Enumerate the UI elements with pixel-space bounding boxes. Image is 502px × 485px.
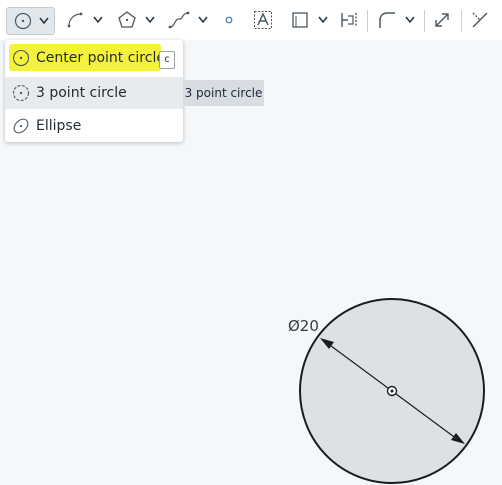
menu-item-label: Ellipse bbox=[36, 118, 82, 134]
circle-tool-menu: Center point circle c 3 point circle Ell… bbox=[5, 40, 183, 142]
menu-item-center-point-circle[interactable]: Center point circle c bbox=[5, 42, 183, 74]
shortcut-badge: c bbox=[159, 51, 175, 69]
menu-item-3-point-circle[interactable]: 3 point circle bbox=[5, 77, 183, 109]
menu-item-label: Center point circle bbox=[36, 50, 165, 66]
tooltip: 3 point circle bbox=[183, 80, 264, 106]
three-point-circle-icon bbox=[12, 84, 30, 102]
menu-item-label: 3 point circle bbox=[36, 85, 127, 101]
center-dot bbox=[390, 389, 394, 393]
diameter-dimension-label[interactable]: Ø20 bbox=[288, 317, 319, 335]
ellipse-icon bbox=[12, 117, 30, 135]
menu-item-ellipse[interactable]: Ellipse bbox=[5, 110, 183, 142]
center-point-circle-icon bbox=[12, 49, 30, 67]
